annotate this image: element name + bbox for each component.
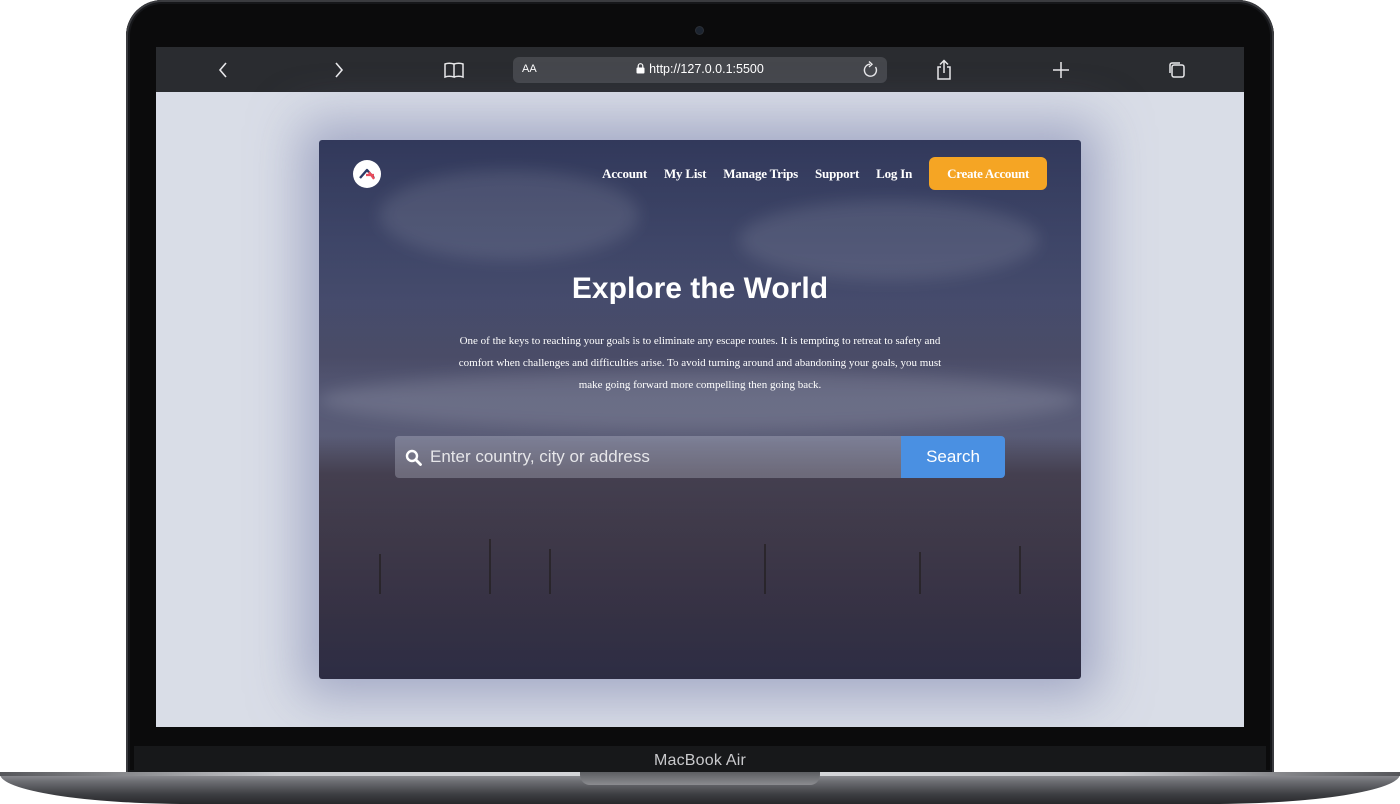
book-icon xyxy=(444,62,464,79)
create-account-button[interactable]: Create Account xyxy=(929,157,1047,190)
new-tab-button[interactable] xyxy=(1046,55,1076,85)
background-cloud xyxy=(379,170,639,260)
background-fence-post xyxy=(379,554,381,594)
url-text: http://127.0.0.1:5500 xyxy=(649,62,764,76)
background-fence-post xyxy=(489,539,491,594)
address-bar[interactable]: AA http://127.0.0.1:5500 xyxy=(513,57,887,83)
lock-icon xyxy=(636,63,645,74)
browser-toolbar: AA http://127.0.0.1:5500 xyxy=(156,47,1244,92)
chevron-right-icon xyxy=(335,62,344,78)
chevron-left-icon xyxy=(218,62,227,78)
nav-support[interactable]: Support xyxy=(815,166,859,182)
back-button[interactable] xyxy=(208,55,238,85)
search-bar: Enter country, city or address Search xyxy=(395,436,1005,478)
background-cloud xyxy=(739,200,1039,280)
share-icon xyxy=(937,59,951,80)
hero-description: One of the keys to reaching your goals i… xyxy=(458,335,942,391)
search-button[interactable]: Search xyxy=(901,436,1005,478)
background-fence-post xyxy=(549,549,551,594)
tabs-icon xyxy=(1169,62,1185,78)
tabs-overview-button[interactable] xyxy=(1162,55,1192,85)
background-fence-post xyxy=(919,552,921,594)
compass-logo-icon xyxy=(359,168,375,180)
search-placeholder: Enter country, city or address xyxy=(430,447,650,466)
browser-window: AA http://127.0.0.1:5500 Account My List… xyxy=(156,47,1244,727)
bookmarks-button[interactable] xyxy=(439,55,469,85)
reload-icon xyxy=(863,60,878,77)
nav-log-in[interactable]: Log In xyxy=(876,166,912,182)
hero-title: Explore the World xyxy=(571,272,829,305)
nav-my-list[interactable]: My List xyxy=(664,166,706,182)
plus-icon xyxy=(1053,62,1069,78)
background-fence-post xyxy=(764,544,766,594)
share-button[interactable] xyxy=(929,55,959,85)
forward-button[interactable] xyxy=(324,55,354,85)
device-label: MacBook Air xyxy=(653,752,746,769)
nav-account[interactable]: Account xyxy=(602,166,647,182)
nav-manage-trips[interactable]: Manage Trips xyxy=(723,166,798,182)
search-input[interactable]: Enter country, city or address xyxy=(395,436,901,478)
web-page: Account My List Manage Trips Support Log… xyxy=(319,140,1081,679)
site-logo[interactable] xyxy=(353,160,381,188)
background-fence-post xyxy=(1019,546,1021,594)
laptop-hinge-notch xyxy=(580,772,820,785)
camera xyxy=(696,27,703,34)
reload-button[interactable] xyxy=(861,60,881,80)
main-nav: Account My List Manage Trips Support Log… xyxy=(602,157,1047,190)
search-icon xyxy=(405,449,422,466)
